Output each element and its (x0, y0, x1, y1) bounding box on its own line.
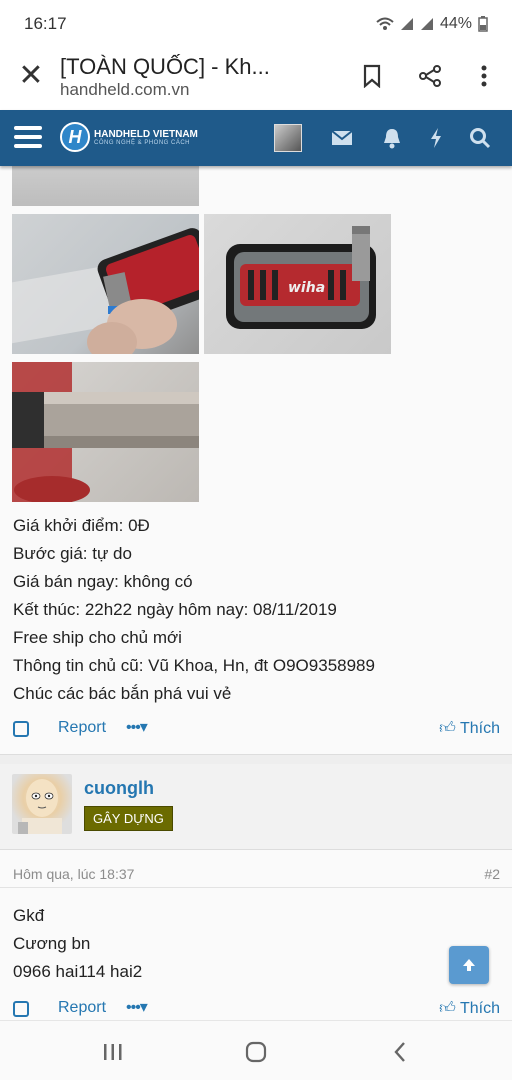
system-nav-bar (0, 1020, 512, 1080)
wifi-icon (376, 17, 394, 30)
post-line: Chúc các bác bắn phá vui vẻ (13, 684, 232, 703)
post-number[interactable]: #2 (484, 866, 500, 882)
recent-apps-icon[interactable] (98, 1037, 128, 1067)
mail-icon[interactable] (328, 124, 356, 152)
page-url: handheld.com.vn (60, 80, 190, 99)
share-icon[interactable] (416, 62, 444, 90)
scroll-to-top-button[interactable] (449, 946, 489, 984)
report-link[interactable]: Report (58, 999, 106, 1017)
browser-toolbar: ✕ [TOÀN QUỐC] - Kh... handheld.com.vn (0, 48, 512, 110)
logo-subtitle: CÔNG NGHỆ & PHONG CÁCH (94, 139, 191, 146)
brand-text: wiha (288, 280, 325, 296)
author-avatar[interactable] (12, 774, 72, 834)
post-body: Gkđ Cương bn 0966 hai114 hai2 (13, 902, 142, 986)
back-icon[interactable] (385, 1037, 415, 1067)
bell-icon[interactable] (378, 124, 406, 152)
post-line: Bước giá: tự do (13, 544, 132, 563)
more-vert-icon[interactable] (470, 62, 498, 90)
thumbs-up-icon: 👍︎ (439, 720, 456, 737)
post-photo[interactable] (12, 166, 199, 206)
battery-percent: 44% (439, 15, 472, 32)
page-title: [TOÀN QUỐC] - Kh... (60, 54, 270, 79)
more-menu[interactable]: •••▾ (126, 717, 148, 737)
close-icon[interactable]: ✕ (16, 59, 46, 92)
post-photo[interactable]: wiha (204, 214, 391, 354)
post-line: Cương bn (13, 934, 91, 953)
post-photo[interactable] (12, 214, 199, 354)
signal-icon (400, 18, 413, 30)
site-logo[interactable]: H HANDHELD VIETNAM CÔNG NGHỆ & PHONG CÁC… (60, 122, 198, 152)
author-username[interactable]: cuonglh (84, 778, 154, 799)
user-avatar-thumb[interactable] (274, 124, 302, 152)
thread-content: wiha Giá khởi điểm: 0Đ Bước giá: tự do G… (0, 166, 512, 1020)
like-label: Thích (459, 1000, 500, 1017)
report-link[interactable]: Report (58, 719, 106, 737)
post-author-box: cuonglh GÂY DỰNG (0, 764, 512, 850)
post-actions: Report •••▾ 👍︎ Thích (0, 992, 512, 1020)
post-line: Gkđ (13, 906, 45, 925)
post-body: Giá khởi điểm: 0Đ Bước giá: tự do Giá bá… (13, 512, 375, 708)
status-time: 16:17 (24, 14, 67, 33)
like-button[interactable]: 👍︎ Thích (439, 719, 500, 738)
like-label: Thích (459, 720, 500, 737)
site-header: H HANDHELD VIETNAM CÔNG NGHỆ & PHONG CÁC… (0, 110, 512, 166)
like-button[interactable]: 👍︎ Thích (439, 999, 500, 1018)
search-icon[interactable] (466, 124, 494, 152)
post-line: 0966 hai114 hai2 (13, 962, 143, 981)
battery-icon (478, 16, 488, 32)
thumbs-up-icon: 👍︎ (439, 1000, 456, 1017)
logo-mark: H (60, 122, 90, 152)
logo-title: HANDHELD VIETNAM (94, 128, 198, 140)
more-menu[interactable]: •••▾ (126, 997, 148, 1017)
signal-icon-2 (420, 18, 433, 30)
select-checkbox[interactable] (13, 1001, 29, 1017)
post-actions: Report •••▾ 👍︎ Thích (0, 712, 512, 748)
post-line: Thông tin chủ cũ: Vũ Khoa, Hn, đt O9O935… (13, 656, 375, 675)
select-checkbox[interactable] (13, 721, 29, 737)
post-line: Free ship cho chủ mới (13, 628, 182, 647)
bookmark-icon[interactable] (358, 62, 386, 90)
post-photo[interactable] (12, 362, 199, 502)
bolt-icon[interactable] (422, 124, 450, 152)
post-line: Giá bán ngay: không có (13, 572, 193, 591)
status-icons: 44% (376, 15, 488, 33)
post-meta: Hôm qua, lúc 18:37 #2 (0, 858, 512, 888)
user-rank-badge: GÂY DỰNG (84, 806, 173, 831)
home-icon[interactable] (241, 1037, 271, 1067)
post-date[interactable]: Hôm qua, lúc 18:37 (13, 866, 134, 882)
post-line: Kết thúc: 22h22 ngày hôm nay: 08/11/2019 (13, 600, 337, 619)
post-line: Giá khởi điểm: 0Đ (13, 516, 150, 535)
arrow-up-icon (463, 959, 475, 971)
menu-icon[interactable] (14, 126, 42, 148)
status-bar: 16:17 44% (0, 0, 512, 48)
